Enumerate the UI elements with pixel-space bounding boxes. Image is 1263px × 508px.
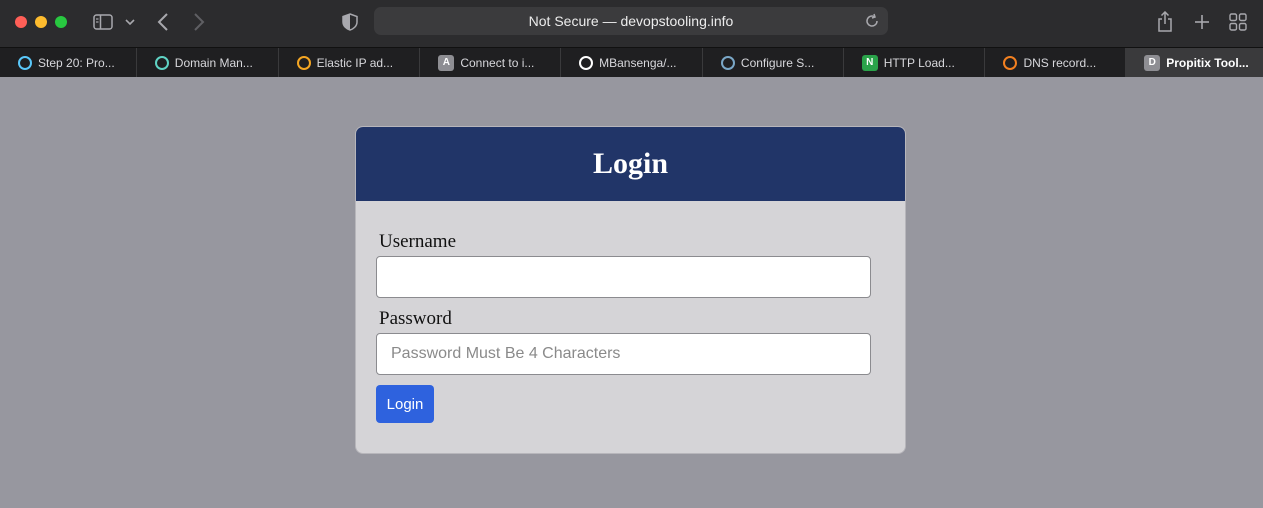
- tab-overview-icon[interactable]: [1228, 10, 1248, 34]
- login-button[interactable]: Login: [376, 385, 434, 423]
- config-icon: [720, 55, 735, 70]
- tab-label: Elastic IP ad...: [316, 55, 394, 70]
- tab-8[interactable]: DNS record...: [985, 48, 1127, 77]
- github-icon: [579, 55, 594, 70]
- tab-label: Configure S...: [740, 55, 815, 70]
- username-label: Username: [379, 231, 457, 252]
- new-tab-plus-icon[interactable]: [1191, 10, 1213, 34]
- letter-d-icon: D: [1144, 54, 1161, 71]
- sidebar-toggle-icon[interactable]: [92, 10, 114, 34]
- tab-label: HTTP Load...: [883, 55, 955, 70]
- tab-label: Step 20: Pro...: [38, 55, 115, 70]
- address-text: Not Secure — devopstooling.info: [528, 13, 734, 29]
- share-icon[interactable]: [1155, 10, 1175, 34]
- cloudflare-icon: [1003, 55, 1018, 70]
- aws-icon: [296, 55, 311, 70]
- privacy-shield-icon[interactable]: [340, 10, 360, 34]
- login-title: Login: [592, 147, 669, 180]
- page-content: Login Username Password Login: [0, 77, 1263, 508]
- tab-5[interactable]: MBansenga/...: [561, 48, 703, 77]
- tab-bar: Step 20: Pro... Domain Man... Elastic IP a…: [0, 47, 1263, 77]
- reload-icon[interactable]: [864, 13, 880, 29]
- tab-label: DNS record...: [1023, 55, 1097, 70]
- tab-label: MBansenga/...: [599, 55, 677, 70]
- password-input[interactable]: [376, 333, 871, 375]
- tab-4[interactable]: A Connect to i...: [420, 48, 562, 77]
- address-bar[interactable]: Not Secure — devopstooling.info: [374, 7, 888, 35]
- tab-1[interactable]: Step 20: Pro...: [0, 48, 137, 77]
- close-window-button[interactable]: [15, 16, 27, 28]
- forward-arrow-icon[interactable]: [189, 10, 209, 34]
- login-card-header: Login: [356, 127, 905, 201]
- tab-label: Domain Man...: [174, 55, 253, 70]
- domain-icon: [154, 55, 169, 70]
- letter-a-icon: A: [438, 54, 455, 71]
- minimize-window-button[interactable]: [35, 16, 47, 28]
- tab-label: Connect to i...: [460, 55, 535, 70]
- username-input[interactable]: [376, 256, 871, 298]
- tab-7[interactable]: N HTTP Load...: [844, 48, 986, 77]
- chevron-down-icon[interactable]: [123, 10, 137, 34]
- back-arrow-icon[interactable]: [153, 10, 173, 34]
- tab-9[interactable]: D Propitix Tool...: [1126, 48, 1263, 77]
- nginx-icon: N: [861, 54, 878, 71]
- password-label: Password: [379, 308, 452, 329]
- browser-toolbar: Not Secure — devopstooling.info: [0, 0, 1263, 47]
- tab-3[interactable]: Elastic IP ad...: [279, 48, 421, 77]
- zoom-window-button[interactable]: [55, 16, 67, 28]
- login-card: Login Username Password Login: [355, 126, 906, 454]
- tab-label: Propitix Tool...: [1166, 55, 1249, 70]
- tab-2[interactable]: Domain Man...: [137, 48, 279, 77]
- tab-6[interactable]: Configure S...: [703, 48, 844, 77]
- step-icon: [18, 55, 32, 70]
